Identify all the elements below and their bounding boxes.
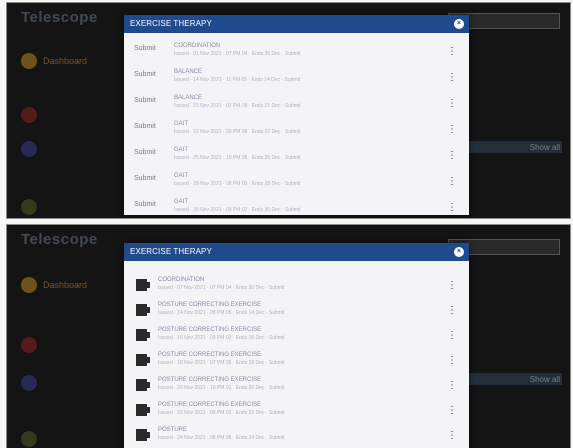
sidebar-dashboard-icon[interactable] — [21, 277, 37, 293]
list-item[interactable]: Submit GAIT Issued · 30 Nov 2021 · 09 PM 0… — [134, 199, 457, 218]
sidebar-check-icon[interactable] — [21, 375, 37, 391]
close-icon[interactable]: × — [454, 19, 464, 29]
list-item[interactable]: Submit BALANCE Issued · 14 Nov 2021 · 11 P… — [134, 69, 457, 89]
app-logo: Telescope — [21, 231, 98, 248]
list-item[interactable]: Submit BALANCE Issued · 21 Nov 2021 · 07 P… — [134, 95, 457, 115]
item-title: BALANCE — [174, 95, 203, 101]
item-subtitle: Issued · 16 Nov 2021 · 09 PM 02 · Ends 1… — [158, 335, 285, 341]
document-icon — [136, 279, 150, 291]
screenshot-top: Telescope Dashboard Show all EXERCISE TH… — [6, 2, 571, 219]
submit-image[interactable]: Submit — [134, 123, 172, 130]
sidebar-item-dashboard[interactable]: Dashboard — [43, 56, 87, 66]
exercise-therapy-modal: EXERCISE THERAPY × Submit COORDINATION Iss… — [124, 15, 469, 215]
item-title: POSTURE CORRECTING EXERCISE — [158, 302, 262, 308]
list-item[interactable]: POSTURE CORRECTING EXERCISE Issued · 16 N… — [134, 327, 457, 347]
list-item[interactable]: Submit COORDINATION Issued · 01 Nov 2021 ·… — [134, 43, 457, 63]
document-icon — [136, 379, 150, 391]
list-item[interactable]: POSTURE CORRECTING EXERCISE Issued · 20 N… — [134, 377, 457, 397]
more-options-icon[interactable]: ⋮ — [447, 381, 457, 391]
item-title: COORDINATION — [158, 277, 205, 283]
sidebar-check-icon[interactable] — [21, 141, 37, 157]
more-options-icon[interactable]: ⋮ — [447, 431, 457, 441]
right-panel-label[interactable]: Show all — [530, 375, 560, 384]
item-subtitle: Issued · 07 Nov 2021 · 07 PM 04 · Ends 3… — [158, 285, 285, 291]
document-icon — [136, 304, 150, 316]
more-options-icon[interactable]: ⋮ — [447, 73, 457, 83]
item-title: GAIT — [174, 121, 189, 127]
submit-image[interactable]: Submit — [134, 97, 172, 104]
sidebar-extra-icon[interactable] — [21, 431, 37, 447]
item-subtitle: Issued · 18 Nov 2021 · 07 PM 05 · Ends 1… — [158, 360, 285, 366]
screenshot-bottom: Telescope Dashboard Show all EXERCISE TH… — [6, 224, 571, 448]
item-subtitle: Issued · 22 Nov 2021 · 09 PM 06 · Ends 2… — [174, 129, 301, 135]
item-subtitle: Issued · 20 Nov 2021 · 10 PM 01 · Ends 2… — [158, 385, 285, 391]
document-icon — [136, 404, 150, 416]
more-options-icon[interactable]: ⋮ — [447, 99, 457, 109]
more-options-icon[interactable]: ⋮ — [447, 125, 457, 135]
more-options-icon[interactable]: ⋮ — [447, 331, 457, 341]
modal-header: EXERCISE THERAPY × — [124, 15, 469, 33]
more-options-icon[interactable]: ⋮ — [447, 151, 457, 161]
sidebar-extra-icon[interactable] — [21, 199, 37, 215]
item-title: POSTURE — [158, 427, 188, 433]
more-options-icon[interactable]: ⋮ — [447, 203, 457, 213]
more-options-icon[interactable]: ⋮ — [447, 281, 457, 291]
submit-image[interactable]: Submit — [134, 201, 172, 208]
more-options-icon[interactable]: ⋮ — [447, 47, 457, 57]
app-logo: Telescope — [21, 9, 98, 26]
document-icon — [136, 429, 150, 441]
submit-image[interactable]: Submit — [134, 45, 172, 52]
sidebar-alert-icon[interactable] — [21, 107, 37, 123]
item-title: GAIT — [174, 147, 189, 153]
item-subtitle: Issued · 21 Nov 2021 · 07 PM 08 · Ends 2… — [174, 103, 301, 109]
submit-image[interactable]: Submit — [134, 149, 172, 156]
submit-image[interactable]: Submit — [134, 175, 172, 182]
sidebar-dashboard-icon[interactable] — [21, 53, 37, 69]
item-title: POSTURE CORRECTING EXERCISE — [158, 377, 262, 383]
document-icon — [136, 329, 150, 341]
modal-header: EXERCISE THERAPY × — [124, 243, 469, 261]
right-panel-label[interactable]: Show all — [530, 143, 560, 152]
item-subtitle: Issued · 25 Nov 2021 · 10 PM 05 · Ends 2… — [174, 155, 301, 161]
exercise-therapy-modal: EXERCISE THERAPY × COORDINATION Issued · … — [124, 243, 469, 448]
modal-body: Submit COORDINATION Issued · 01 Nov 2021 ·… — [124, 33, 469, 215]
list-item[interactable]: POSTURE CORRECTING EXERCISE Issued · 22 N… — [134, 402, 457, 422]
item-title: POSTURE CORRECTING EXERCISE — [158, 402, 262, 408]
item-title: COORDINATION — [174, 43, 221, 49]
list-item[interactable]: Submit GAIT Issued · 28 Nov 2021 · 08 PM 0… — [134, 173, 457, 193]
item-title: POSTURE CORRECTING EXERCISE — [158, 327, 262, 333]
sidebar-item-dashboard[interactable]: Dashboard — [43, 280, 87, 290]
item-subtitle: Issued · 14 Nov 2021 · 11 PM 05 · Ends 1… — [174, 77, 301, 83]
item-title: GAIT — [174, 173, 189, 179]
list-item[interactable]: Submit GAIT Issued · 22 Nov 2021 · 09 PM 0… — [134, 121, 457, 141]
modal-title: EXERCISE THERAPY — [130, 19, 212, 28]
more-options-icon[interactable]: ⋮ — [447, 306, 457, 316]
modal-body: COORDINATION Issued · 07 Nov 2021 · 07 PM… — [124, 261, 469, 448]
more-options-icon[interactable]: ⋮ — [447, 406, 457, 416]
close-icon[interactable]: × — [454, 247, 464, 257]
list-item[interactable]: Submit GAIT Issued · 25 Nov 2021 · 10 PM 0… — [134, 147, 457, 167]
sidebar-alert-icon[interactable] — [21, 337, 37, 353]
item-title: GAIT — [174, 199, 189, 205]
more-options-icon[interactable]: ⋮ — [447, 177, 457, 187]
submit-image[interactable]: Submit — [134, 71, 172, 78]
item-title: POSTURE CORRECTING EXERCISE — [158, 352, 262, 358]
list-item[interactable]: COORDINATION Issued · 07 Nov 2021 · 07 PM… — [134, 277, 457, 297]
list-item[interactable]: POSTURE CORRECTING EXERCISE Issued · 14 N… — [134, 302, 457, 322]
more-options-icon[interactable]: ⋮ — [447, 356, 457, 366]
item-subtitle: Issued · 28 Nov 2021 · 08 PM 03 · Ends 2… — [174, 181, 301, 187]
item-subtitle: Issued · 24 Nov 2021 · 08 PM 06 · Ends 2… — [158, 435, 285, 441]
document-icon — [136, 354, 150, 366]
list-item[interactable]: POSTURE Issued · 24 Nov 2021 · 08 PM 06 ·… — [134, 427, 457, 447]
item-subtitle: Issued · 30 Nov 2021 · 09 PM 07 · Ends 3… — [174, 207, 301, 213]
item-subtitle: Issued · 14 Nov 2021 · 08 PM 05 · Ends 1… — [158, 310, 285, 316]
item-title: BALANCE — [174, 69, 203, 75]
list-item[interactable]: POSTURE CORRECTING EXERCISE Issued · 18 N… — [134, 352, 457, 372]
item-subtitle: Issued · 01 Nov 2021 · 07 PM 04 · Ends 3… — [174, 51, 301, 57]
item-subtitle: Issued · 22 Nov 2021 · 09 PM 03 · Ends 2… — [158, 410, 285, 416]
modal-title: EXERCISE THERAPY — [130, 247, 212, 256]
